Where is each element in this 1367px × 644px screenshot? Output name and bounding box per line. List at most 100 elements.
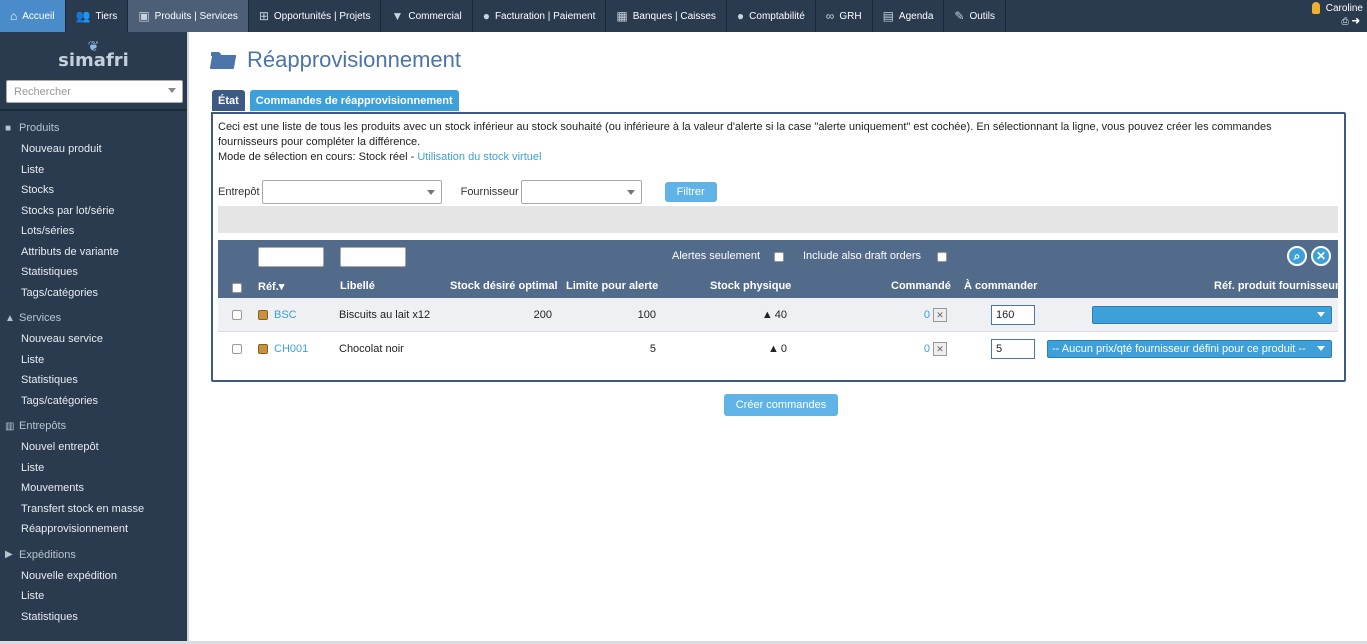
sidebar-item-liste[interactable]: Liste xyxy=(0,586,187,607)
ordered-detail-icon[interactable]: ✕ xyxy=(933,342,947,356)
filter-button[interactable]: Filtrer xyxy=(664,182,717,202)
nav-outils[interactable]: ✎ Outils xyxy=(944,0,1007,32)
sidebar-menu: ■ Produits Nouveau produit Liste Stocks S… xyxy=(0,117,187,627)
label-filter-input[interactable] xyxy=(340,247,406,267)
to-order-input[interactable] xyxy=(991,305,1035,325)
nav-agenda[interactable]: ▤ Agenda xyxy=(873,0,945,32)
sidebar-item-nouvelle-expedition[interactable]: Nouvelle expédition xyxy=(0,566,187,587)
product-label: Chocolat noir xyxy=(339,343,404,355)
sidebar-item-statistiques[interactable]: Statistiques xyxy=(0,370,187,391)
nav-commercial[interactable]: ▼ Commercial xyxy=(381,0,473,32)
search-button[interactable]: ⌕ xyxy=(1287,246,1307,266)
nav-banques-caisses[interactable]: ▦ Banques | Caisses xyxy=(606,0,727,32)
tie-icon: ▼ xyxy=(391,9,404,23)
tab-etat[interactable]: État xyxy=(212,90,245,111)
sidebar-section-services[interactable]: ▲ Services xyxy=(0,307,187,329)
sidebar-item-lots-series[interactable]: Lots/séries xyxy=(0,221,187,242)
nav-accueil[interactable]: ⌂ Accueil xyxy=(0,0,66,32)
supplier-select[interactable] xyxy=(520,180,642,204)
chevron-down-icon xyxy=(1317,312,1325,317)
row-checkbox[interactable] xyxy=(232,310,242,320)
logo[interactable]: ❦ simafri xyxy=(0,32,187,77)
tab-bar: État Commandes de réapprovisionnement xyxy=(212,90,459,111)
sidebar-item-nouveau-service[interactable]: Nouveau service xyxy=(0,329,187,350)
folder-open-icon xyxy=(211,51,235,69)
col-desired-stock[interactable]: Stock désiré optimal xyxy=(450,280,558,292)
sidebar-scrollbar[interactable] xyxy=(187,32,189,644)
product-ref-link[interactable]: BSC xyxy=(274,309,297,321)
chevron-down-icon xyxy=(1317,346,1325,351)
desired-stock-value xyxy=(450,332,552,366)
box-icon: ■ xyxy=(5,122,12,134)
select-all-checkbox[interactable] xyxy=(232,283,242,293)
ref-filter-input[interactable] xyxy=(258,247,324,267)
sidebar-item-statistiques[interactable]: Statistiques xyxy=(0,607,187,628)
ordered-link[interactable]: 0 xyxy=(924,343,930,355)
col-supplier-ref[interactable]: Réf. produit fournisseur xyxy=(1214,280,1339,292)
product-icon xyxy=(258,310,268,320)
sidebar-section-produits[interactable]: ■ Produits xyxy=(0,117,187,139)
sidebar-item-nouvel-entrepot[interactable]: Nouvel entrepôt xyxy=(0,437,187,458)
col-ordered[interactable]: Commandé xyxy=(891,280,951,292)
nav-facturation-paiement[interactable]: ● Facturation | Paiement xyxy=(473,0,607,32)
description: Ceci est une liste de tous les produits … xyxy=(218,121,1272,163)
user-name[interactable]: Caroline xyxy=(1326,2,1363,15)
supplier-label: Fournisseur xyxy=(460,186,519,198)
logout-icon[interactable]: ➜ xyxy=(1352,16,1363,26)
sidebar-item-liste[interactable]: Liste xyxy=(0,458,187,479)
sidebar-item-stocks-par-lot[interactable]: Stocks par lot/série xyxy=(0,201,187,222)
supplier-product-select[interactable]: -- Aucun prix/qté fournisseur défini pou… xyxy=(1047,340,1332,358)
sidebar-item-transfert-stock[interactable]: Transfert stock en masse xyxy=(0,499,187,520)
ordered-detail-icon[interactable]: ✕ xyxy=(933,308,947,322)
col-alert-limit[interactable]: Limite pour alerte xyxy=(566,280,658,292)
table-row[interactable]: BSC Biscuits au lait x12 200 100 ▲ 40 0 ✕ xyxy=(218,298,1338,332)
sitemap-icon: ⊞ xyxy=(258,9,269,23)
sidebar-item-tags-categories[interactable]: Tags/catégories xyxy=(0,283,187,304)
sidebar-section-entrepots[interactable]: ▥ Entrepôts xyxy=(0,415,187,437)
sidebar-item-nouveau-produit[interactable]: Nouveau produit xyxy=(0,139,187,160)
draft-orders-checkbox[interactable] xyxy=(937,252,947,262)
table-row[interactable]: CH001 Chocolat noir 5 ▲0 0✕ -- Aucun pri… xyxy=(218,332,1338,366)
sidebar-item-liste[interactable]: Liste xyxy=(0,350,187,371)
tab-panel: Ceci est une liste de tous les produits … xyxy=(211,112,1346,382)
col-physical-stock[interactable]: Stock physique xyxy=(710,280,791,292)
col-ref[interactable]: Réf.▾ xyxy=(258,280,284,293)
sidebar-section-expeditions[interactable]: ▶ Expéditions xyxy=(0,544,187,566)
sidebar: ❦ simafri Rechercher ■ Produits Nouveau p… xyxy=(0,32,187,644)
search-input[interactable]: Rechercher xyxy=(6,80,183,103)
sidebar-item-mouvements[interactable]: Mouvements xyxy=(0,478,187,499)
warehouse-select[interactable] xyxy=(261,180,442,204)
print-icon[interactable]: ⎙ xyxy=(1341,16,1351,26)
warning-icon: ▲ xyxy=(761,309,773,321)
nav-comptabilite[interactable]: ● Comptabilité xyxy=(727,0,816,32)
glasses-icon: ∞ xyxy=(825,9,835,23)
to-order-input[interactable] xyxy=(991,339,1035,359)
sidebar-item-stocks[interactable]: Stocks xyxy=(0,180,187,201)
col-to-order[interactable]: À commander xyxy=(964,280,1037,292)
nav-produits-services[interactable]: ▣ Produits | Services xyxy=(128,0,249,32)
supplier-product-select[interactable] xyxy=(1092,306,1332,324)
col-label[interactable]: Libellé xyxy=(340,280,375,292)
nav-tiers[interactable]: 👥 Tiers xyxy=(66,0,129,32)
nav-opportunites-projets[interactable]: ⊞ Opportunités | Projets xyxy=(249,0,382,32)
sidebar-item-attributs-variante[interactable]: Attributs de variante xyxy=(0,242,187,263)
user-menu[interactable]: Caroline ⎙➜ xyxy=(1326,2,1363,28)
home-icon: ⌂ xyxy=(10,9,18,23)
tab-commandes-reapprovisionnement[interactable]: Commandes de réapprovisionnement xyxy=(249,90,459,111)
alerts-only-checkbox[interactable] xyxy=(774,252,784,262)
sidebar-item-statistiques[interactable]: Statistiques xyxy=(0,262,187,283)
nav-grh[interactable]: ∞ GRH xyxy=(816,0,873,32)
sidebar-item-reapprovisionnement[interactable]: Réapprovisionnement xyxy=(0,519,187,540)
clear-filter-button[interactable]: ✕ xyxy=(1311,246,1331,266)
sidebar-item-tags-categories[interactable]: Tags/catégories xyxy=(0,391,187,412)
warehouse-icon: ▥ xyxy=(5,420,15,432)
page-header: Réapprovisionnement xyxy=(211,46,461,74)
ordered-link[interactable]: 0 xyxy=(924,309,930,321)
row-checkbox[interactable] xyxy=(232,344,242,354)
product-ref-link[interactable]: CH001 xyxy=(274,343,308,355)
create-orders-button[interactable]: Créer commandes xyxy=(724,394,838,416)
product-label: Biscuits au lait x12 xyxy=(339,309,431,321)
truck-icon: ▶ xyxy=(5,549,13,560)
virtual-stock-link[interactable]: Utilisation du stock virtuel xyxy=(417,151,541,163)
sidebar-item-liste[interactable]: Liste xyxy=(0,160,187,181)
